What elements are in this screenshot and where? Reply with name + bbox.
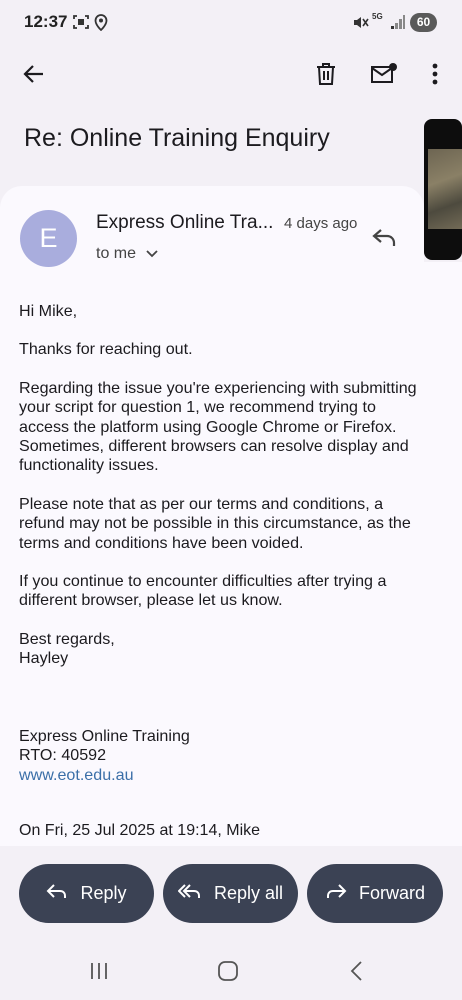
email-date: 4 days ago	[284, 215, 358, 232]
status-time: 12:37	[24, 12, 68, 31]
body-paragraph: Thanks for reaching out.	[19, 340, 193, 359]
recent-apps-icon[interactable]	[89, 961, 109, 986]
system-nav-bar	[0, 941, 462, 1000]
trash-icon	[315, 62, 337, 91]
closing-text: Best regards,	[19, 629, 115, 648]
forward-label: Forward	[358, 883, 425, 903]
email-body: Hi Mike, Thanks for reaching out. Regard…	[19, 302, 429, 669]
mark-unread-icon	[370, 62, 398, 91]
more-options-button[interactable]	[411, 50, 459, 102]
floating-thumbnail[interactable]	[424, 119, 462, 260]
network-label: 5G	[372, 12, 383, 21]
signature-rto: RTO: 40592	[19, 746, 107, 765]
body-paragraph: Hi Mike,	[19, 302, 78, 320]
email-signature: Express Online Training RTO: 40592 www.e…	[19, 727, 190, 785]
body-paragraph: If you continue to encounter difficultie…	[19, 572, 387, 610]
signature-website-link[interactable]: www.eot.edu.au	[19, 766, 190, 785]
battery-indicator: 60	[410, 13, 437, 32]
reply-quick-button[interactable]	[370, 222, 400, 252]
delete-button[interactable]	[302, 50, 350, 102]
signature-org: Express Online Training	[19, 727, 190, 745]
reply-icon	[370, 229, 400, 256]
location-icon	[94, 14, 108, 36]
screenshot-icon	[73, 14, 89, 35]
thumbnail-image	[428, 149, 462, 229]
avatar[interactable]: E	[20, 210, 77, 267]
signal-icon	[390, 14, 406, 35]
recipient-label: to me	[96, 245, 137, 262]
back-nav-icon[interactable]	[349, 960, 363, 987]
chevron-down-icon	[146, 245, 158, 263]
mark-unread-button[interactable]	[360, 50, 408, 102]
reply-button[interactable]: Reply	[19, 864, 154, 923]
sender-name[interactable]: Express Online Tra...	[96, 212, 273, 234]
email-subject: Re: Online Training Enquiry	[24, 124, 330, 152]
reply-all-label: Reply all	[213, 883, 284, 903]
reply-all-icon	[177, 882, 202, 905]
forward-icon	[325, 882, 347, 905]
closing-name: Hayley	[19, 649, 69, 668]
mute-icon	[352, 14, 369, 36]
reply-all-button[interactable]: Reply all	[163, 864, 298, 923]
reply-label: Reply	[80, 883, 127, 903]
recipient-toggle[interactable]: to me	[96, 245, 158, 263]
reply-icon	[46, 882, 68, 905]
back-button[interactable]	[10, 50, 58, 102]
home-icon[interactable]	[217, 960, 239, 987]
closing-block: Best regards, Hayley	[19, 630, 429, 669]
body-paragraph: Regarding the issue you're experiencing …	[19, 378, 417, 475]
status-bar: 12:37 5G 60	[0, 0, 462, 46]
quoted-header[interactable]: On Fri, 25 Jul 2025 at 19:14, Mike	[19, 822, 260, 840]
app-bar	[0, 50, 462, 102]
body-paragraph: Please note that as per our terms and co…	[19, 494, 411, 552]
email-card-extension	[424, 262, 462, 866]
more-vert-icon	[432, 63, 438, 90]
forward-button[interactable]: Forward	[307, 864, 443, 923]
arrow-back-icon	[22, 62, 46, 91]
